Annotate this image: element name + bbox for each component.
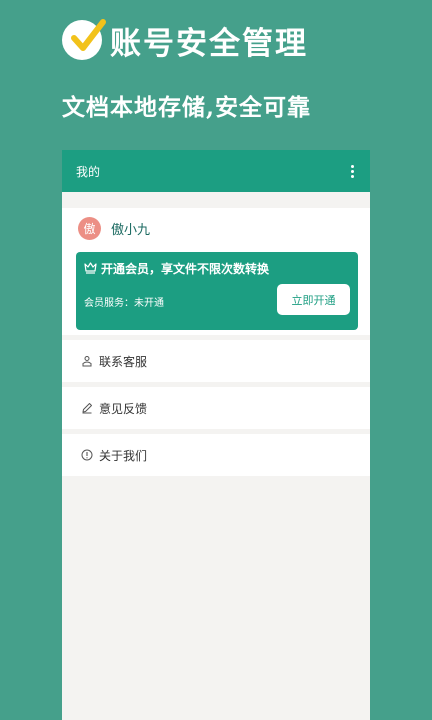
check-icon (62, 19, 106, 60)
vip-status: 会员服务：未开通 (84, 298, 164, 309)
menu-item-label: 意见反馈 (99, 401, 148, 416)
vip-headline-row: 开通会员，享文件不限次数转换 (84, 260, 269, 277)
more-vertical-icon[interactable] (347, 161, 358, 182)
promo-subtitle: 文档本地存储,安全可靠 (62, 94, 312, 121)
open-membership-button[interactable]: 立即开通 (277, 284, 350, 315)
menu-item-feedback[interactable]: 意见反馈 (62, 387, 370, 429)
username: 傲小九 (111, 222, 151, 238)
menu-item-label: 关于我们 (99, 448, 148, 463)
page-title: 我的 (76, 164, 101, 179)
promo-title-row: 账号安全管理 (62, 18, 308, 62)
vip-banner: 开通会员，享文件不限次数转换 会员服务：未开通 立即开通 (76, 252, 358, 330)
info-icon (80, 449, 93, 462)
crown-icon (84, 261, 97, 277)
profile-card: 傲 傲小九 开通会员，享文件不限次数转换 会员服务：未开通 立即开通 (62, 208, 370, 335)
menu-item-contact[interactable]: 联系客服 (62, 340, 370, 382)
menu-item-about[interactable]: 关于我们 (62, 434, 370, 476)
promo-title: 账号安全管理 (110, 25, 308, 62)
phone-screen: 我的 傲 傲小九 开通会员，享文件不限次数转换 会员服务：未开通 立即开通 联系… (62, 150, 370, 720)
menu-item-label: 联系客服 (99, 354, 148, 369)
user-row[interactable]: 傲 傲小九 (78, 216, 360, 240)
avatar: 傲 (78, 216, 101, 240)
app-bar: 我的 (62, 150, 370, 192)
customer-service-icon (80, 355, 93, 368)
edit-icon (80, 402, 93, 415)
vip-headline: 开通会员，享文件不限次数转换 (101, 262, 270, 276)
